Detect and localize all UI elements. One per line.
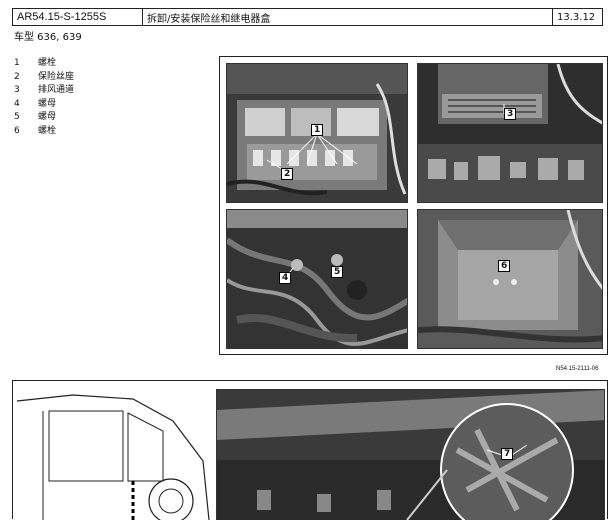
document-date: 13.3.12: [557, 11, 596, 23]
photo-nuts-left: 4 5: [226, 209, 408, 349]
photo-bolts-base: 6: [417, 209, 603, 349]
callout-1: 1: [311, 124, 324, 136]
callout-6: 6: [498, 260, 511, 272]
callout-2: 2: [281, 168, 294, 180]
callout-7: 7: [501, 448, 514, 460]
callout-3: 3: [504, 108, 517, 120]
parts-legend: 1 螺栓 2 保险丝座 3 排风通道 4 螺母 5 螺母 6 螺栓: [14, 57, 74, 138]
callout-5: 5: [331, 266, 344, 278]
figure-reference: N54.15-2111-06: [556, 366, 599, 372]
document-code: AR54.15-S-1255S: [13, 9, 143, 25]
legend-item: 6 螺栓: [14, 125, 57, 136]
callout-4: 4: [279, 272, 292, 284]
vehicle-model: 车型 636, 639: [14, 32, 82, 43]
document-header: AR54.15-S-1255S 拆卸/安装保险丝和继电器盒 13.3.12: [12, 8, 603, 26]
document-title: 拆卸/安装保险丝和继电器盒: [143, 9, 553, 25]
photo-exhaust-channel: 3: [417, 63, 603, 203]
photo-fuse-box-top: 1 2: [226, 63, 408, 203]
legend-item: 3 排风通道: [14, 85, 75, 95]
legend-item: 5 螺母: [14, 112, 57, 122]
figure-vehicle-location: 7: [12, 380, 608, 520]
figure-fuse-box-photos: 1 2 3 4 5 6: [219, 56, 608, 355]
photo-connector-detail: 7: [216, 389, 605, 520]
vehicle-outline-drawing: [16, 394, 210, 520]
legend-item: 4 螺母: [14, 98, 57, 109]
legend-item: 1 螺栓: [14, 58, 57, 68]
legend-item: 2 保险丝座: [14, 71, 75, 82]
